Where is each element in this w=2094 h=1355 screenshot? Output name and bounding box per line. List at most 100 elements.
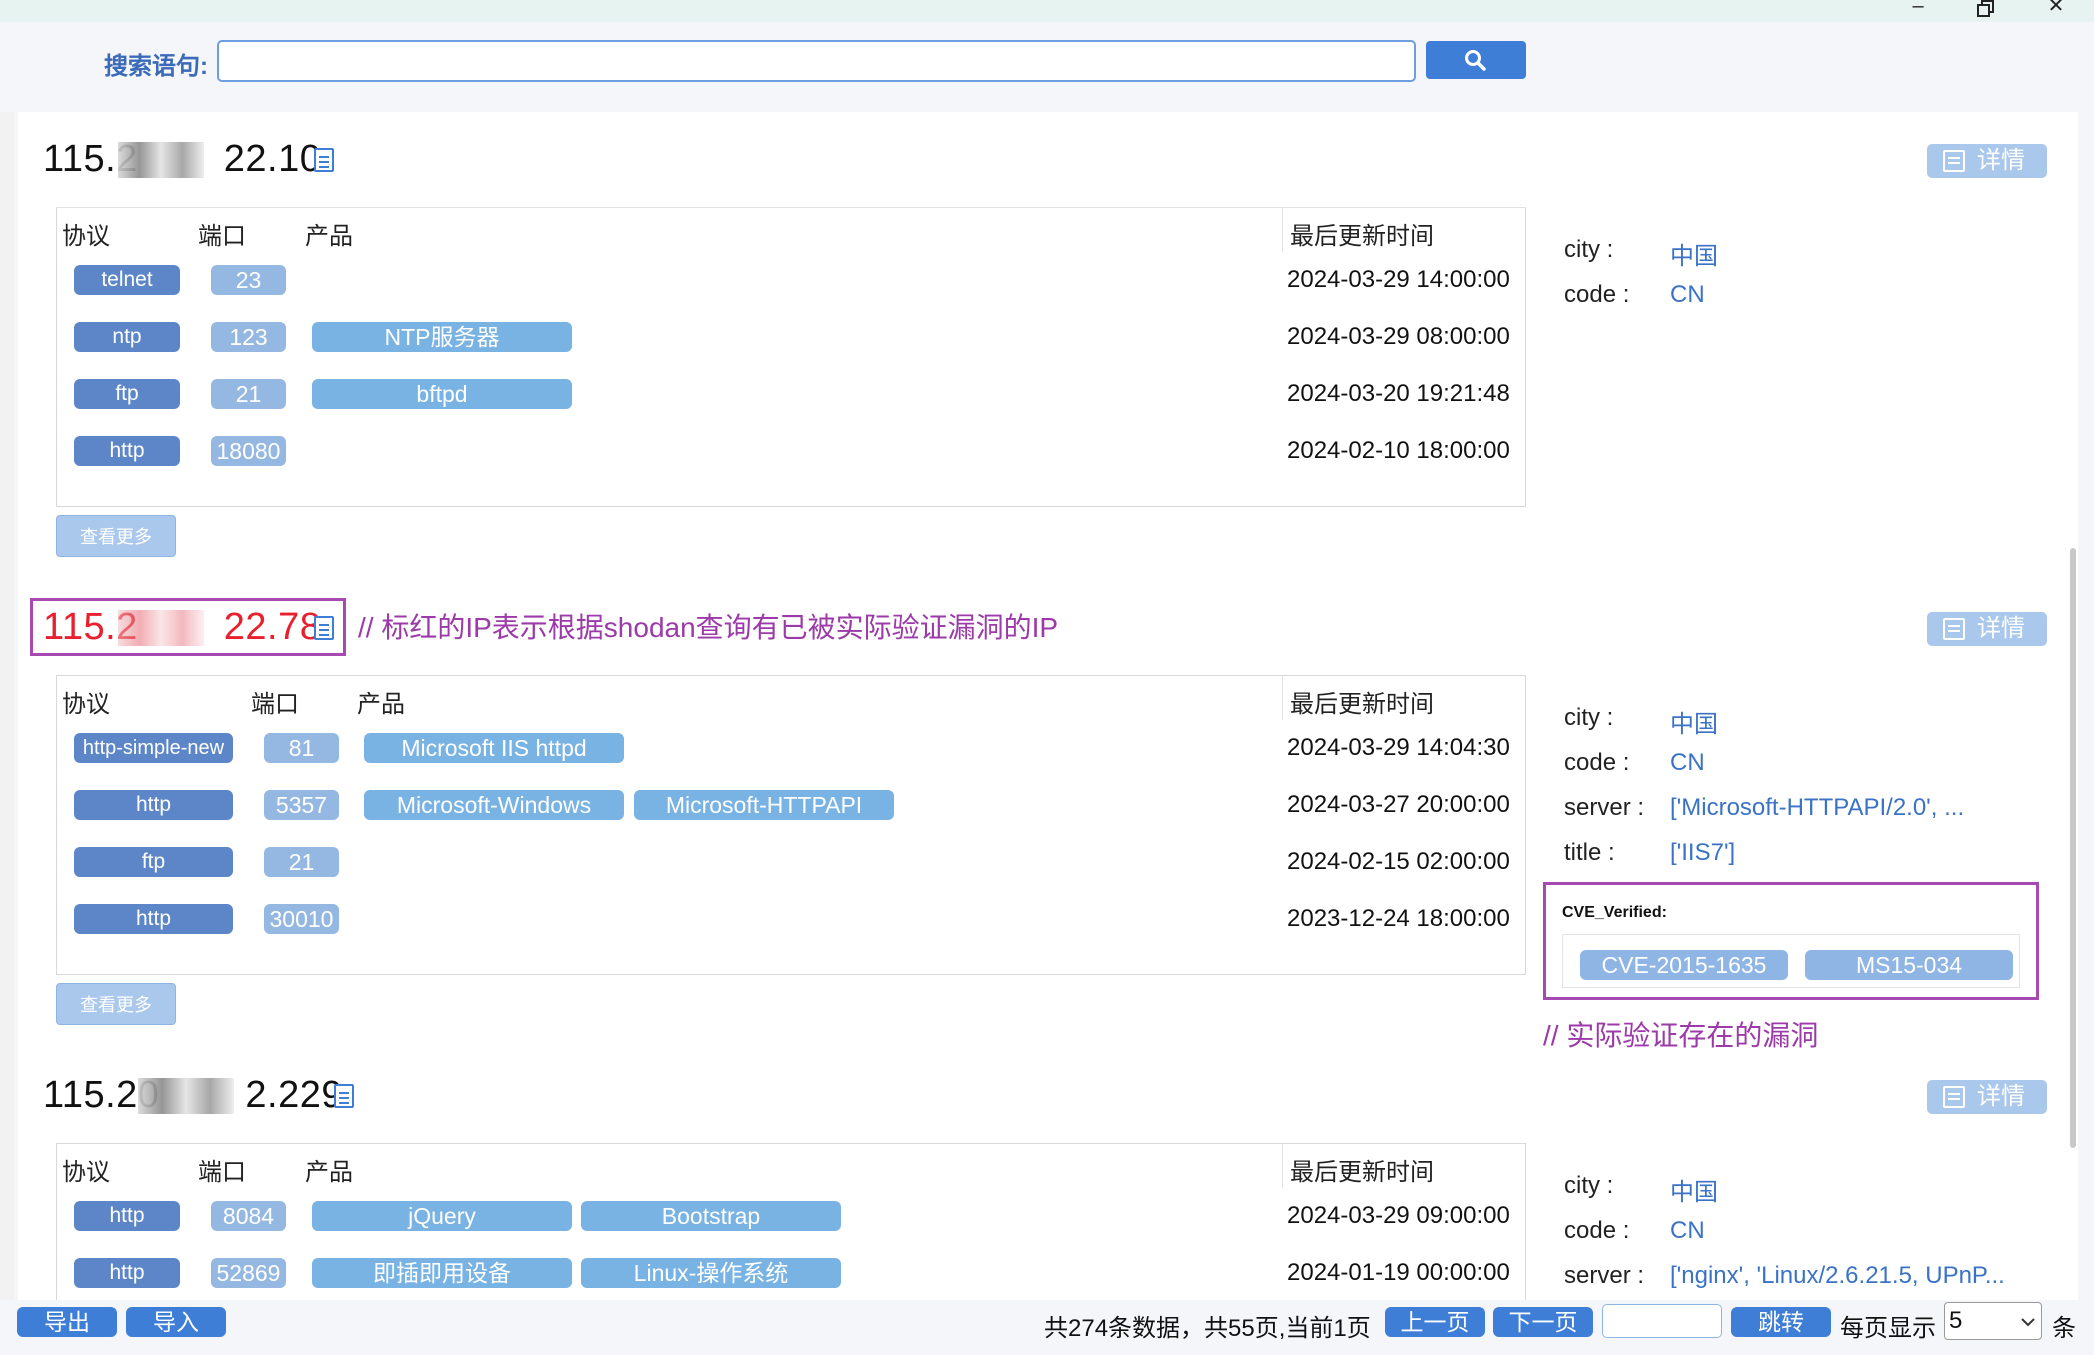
port-tag: 21 (211, 379, 286, 409)
port-tag: 23 (211, 265, 286, 295)
protocol-tag: telnet (74, 265, 180, 295)
port-tag: 18080 (211, 436, 286, 466)
updated-time: 2023-12-24 18:00:00 (1287, 905, 1510, 932)
protocol-tag: http-simple-new (74, 733, 233, 763)
info-value: ['Microsoft-HTTPAPI/2.0', ... (1670, 794, 1965, 821)
protocol-tag: http (74, 1258, 180, 1288)
info-value: ['IIS7'] (1670, 839, 1736, 866)
scrollbar-thumb[interactable] (2070, 548, 2076, 1148)
info-key: code : (1564, 749, 1630, 776)
close-icon[interactable]: ✕ (2036, 0, 2076, 20)
col-port: 端口 (251, 691, 299, 718)
port-tag: 8084 (211, 1201, 286, 1231)
ip-redaction (118, 142, 204, 178)
protocol-tag: http (74, 1201, 180, 1231)
view-more-button[interactable]: 查看更多 (56, 983, 176, 1025)
port-tag: 21 (264, 847, 339, 877)
info-key: title : (1564, 839, 1615, 866)
prev-page-button[interactable]: 上一页 (1385, 1307, 1485, 1337)
updated-time: 2024-03-29 08:00:00 (1287, 323, 1510, 350)
col-product: 产品 (305, 223, 353, 250)
search-button[interactable] (1426, 41, 1526, 79)
protocol-tag: http (74, 436, 180, 466)
info-key: code : (1564, 1217, 1630, 1244)
port-tag: 81 (264, 733, 339, 763)
col-updated: 最后更新时间 (1290, 691, 1434, 718)
document-icon (1943, 1086, 1965, 1108)
updated-time: 2024-03-29 14:04:30 (1287, 734, 1510, 761)
col-protocol: 协议 (62, 1159, 110, 1186)
updated-time: 2024-03-29 14:00:00 (1287, 266, 1510, 293)
col-updated: 最后更新时间 (1290, 1159, 1434, 1186)
info-key: city : (1564, 704, 1614, 731)
product-tag: NTP服务器 (312, 322, 572, 352)
copy-icon[interactable] (334, 1084, 354, 1108)
per-page-select[interactable]: 5 (1944, 1302, 2042, 1340)
protocol-tag: http (74, 904, 233, 934)
cve-verified-title: CVE_Verified: (1562, 904, 1667, 921)
product-tag: Microsoft-HTTPAPI (634, 790, 894, 820)
port-tag: 30010 (264, 904, 339, 934)
info-value: CN (1670, 749, 1705, 776)
col-updated: 最后更新时间 (1290, 223, 1434, 250)
search-icon (1465, 50, 1486, 71)
ip-redaction (138, 1078, 234, 1114)
updated-time: 2024-03-27 20:00:00 (1287, 791, 1510, 818)
info-value: 中国 (1670, 711, 1718, 738)
cve-tag: MS15-034 (1805, 950, 2013, 980)
copy-icon[interactable] (314, 148, 334, 172)
product-tag: Bootstrap (581, 1201, 841, 1231)
info-key: city : (1564, 236, 1614, 263)
updated-time: 2024-03-20 19:21:48 (1287, 380, 1510, 407)
detail-button[interactable]: 详情 (1927, 144, 2047, 178)
import-button[interactable]: 导入 (126, 1307, 226, 1337)
protocol-tag: ntp (74, 322, 180, 352)
protocol-tag: ftp (74, 847, 233, 877)
restore-icon[interactable] (1966, 0, 2006, 22)
copy-icon[interactable] (314, 616, 334, 640)
col-product: 产品 (305, 1159, 353, 1186)
detail-button[interactable]: 详情 (1927, 1080, 2047, 1114)
col-protocol: 协议 (62, 223, 110, 250)
document-icon (1943, 618, 1965, 640)
info-value: CN (1670, 1217, 1705, 1244)
pagination-summary: 共274条数据，共55页,当前1页 (1044, 1315, 1371, 1342)
col-protocol: 协议 (62, 691, 110, 718)
search-input[interactable] (217, 40, 1416, 82)
col-port: 端口 (198, 223, 246, 250)
product-tag: Microsoft IIS httpd (364, 733, 624, 763)
protocol-tag: http (74, 790, 233, 820)
per-page-label: 每页显示 (1840, 1315, 1936, 1342)
jump-button[interactable]: 跳转 (1731, 1307, 1831, 1337)
export-button[interactable]: 导出 (17, 1307, 117, 1337)
ip-redaction (118, 610, 204, 646)
info-value: ['nginx', 'Linux/2.6.21.5, UPnP... (1670, 1262, 2005, 1289)
search-label: 搜索语句: (104, 53, 208, 80)
info-key: city : (1564, 1172, 1614, 1199)
updated-time: 2024-02-10 18:00:00 (1287, 437, 1510, 464)
detail-button[interactable]: 详情 (1927, 612, 2047, 646)
updated-time: 2024-01-19 00:00:00 (1287, 1259, 1510, 1286)
cve-annotation: // 实际验证存在的漏洞 (1543, 1020, 1819, 1051)
window-title-bar (0, 0, 2094, 22)
left-edge (0, 112, 14, 1312)
product-tag: Linux-操作系统 (581, 1258, 841, 1288)
protocol-tag: ftp (74, 379, 180, 409)
product-tag: bftpd (312, 379, 572, 409)
col-product: 产品 (357, 691, 405, 718)
info-key: server : (1564, 1262, 1645, 1289)
port-tag: 52869 (211, 1258, 286, 1288)
document-icon (1943, 150, 1965, 172)
per-page-unit: 条 (2052, 1315, 2076, 1342)
port-tag: 123 (211, 322, 286, 352)
col-port: 端口 (198, 1159, 246, 1186)
minimize-icon[interactable]: – (1898, 0, 1938, 20)
view-more-button[interactable]: 查看更多 (56, 515, 176, 557)
next-page-button[interactable]: 下一页 (1493, 1307, 1593, 1337)
updated-time: 2024-02-15 02:00:00 (1287, 848, 1510, 875)
product-tag: Microsoft-Windows (364, 790, 624, 820)
chevron-down-icon (2021, 1318, 2035, 1327)
product-tag: 即插即用设备 (312, 1258, 572, 1288)
jump-page-input[interactable] (1602, 1304, 1722, 1338)
cve-tag: CVE-2015-1635 (1580, 950, 1788, 980)
